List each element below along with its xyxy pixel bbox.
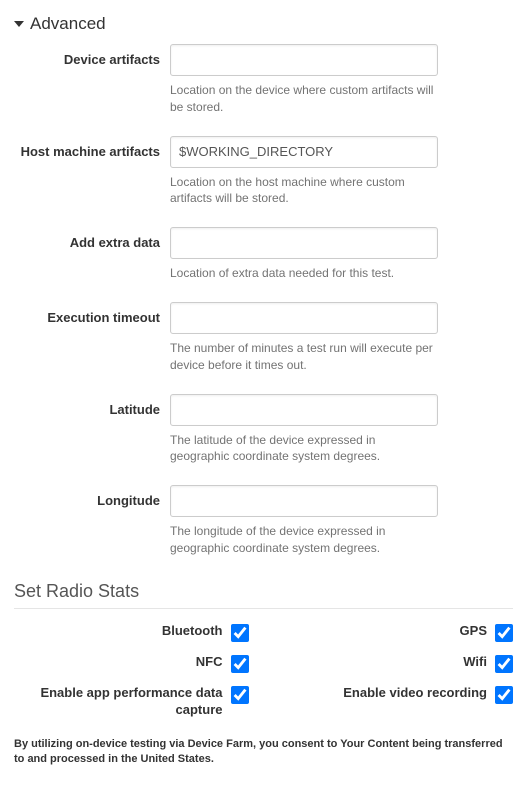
execution-timeout-help: The number of minutes a test run will ex… — [170, 340, 438, 374]
host-machine-artifacts-help: Location on the host machine where custo… — [170, 174, 438, 208]
latitude-help: The latitude of the device expressed in … — [170, 432, 438, 466]
host-machine-artifacts-label: Host machine artifacts — [14, 136, 170, 159]
add-extra-data-help: Location of extra data needed for this t… — [170, 265, 438, 282]
radio-stats-header: Set Radio Stats — [14, 581, 513, 609]
longitude-input[interactable] — [170, 485, 438, 517]
bluetooth-checkbox[interactable] — [231, 624, 249, 642]
host-machine-artifacts-input[interactable] — [170, 136, 438, 168]
latitude-input[interactable] — [170, 394, 438, 426]
gps-label: GPS — [460, 623, 487, 640]
add-extra-data-label: Add extra data — [14, 227, 170, 250]
bluetooth-label: Bluetooth — [162, 623, 223, 640]
device-artifacts-help: Location on the device where custom arti… — [170, 82, 438, 116]
wifi-label: Wifi — [463, 654, 487, 671]
longitude-label: Longitude — [14, 485, 170, 508]
execution-timeout-label: Execution timeout — [14, 302, 170, 325]
perf-capture-label: Enable app performance data capture — [23, 685, 223, 719]
perf-capture-checkbox[interactable] — [231, 686, 249, 704]
gps-checkbox[interactable] — [495, 624, 513, 642]
advanced-header[interactable]: Advanced — [14, 10, 513, 44]
add-extra-data-input[interactable] — [170, 227, 438, 259]
execution-timeout-input[interactable] — [170, 302, 438, 334]
advanced-title: Advanced — [30, 14, 106, 34]
radio-stats-grid: Bluetooth GPS NFC Wifi Enable app perfor… — [14, 623, 513, 719]
latitude-label: Latitude — [14, 394, 170, 417]
nfc-checkbox[interactable] — [231, 655, 249, 673]
caret-down-icon — [14, 21, 24, 27]
device-artifacts-label: Device artifacts — [14, 44, 170, 67]
consent-text: By utilizing on-device testing via Devic… — [14, 737, 513, 769]
video-recording-label: Enable video recording — [343, 685, 487, 702]
longitude-help: The longitude of the device expressed in… — [170, 523, 438, 557]
advanced-form: Device artifacts Location on the device … — [14, 44, 513, 571]
video-recording-checkbox[interactable] — [495, 686, 513, 704]
device-artifacts-input[interactable] — [170, 44, 438, 76]
wifi-checkbox[interactable] — [495, 655, 513, 673]
nfc-label: NFC — [196, 654, 223, 671]
